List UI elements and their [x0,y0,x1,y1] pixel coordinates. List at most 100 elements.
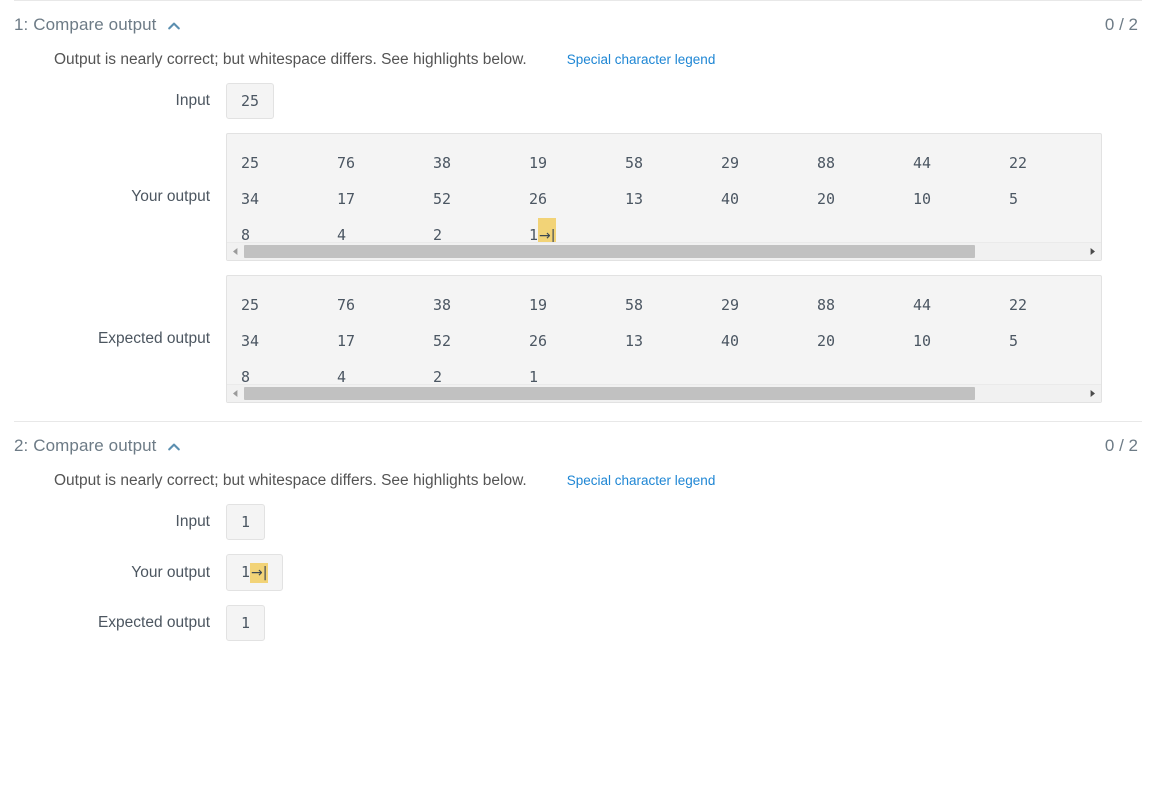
output-cell: 20 [817,332,836,350]
output-cell: 38 [433,296,452,314]
test-case-2: 2: Compare output 0 / 2 Output is nearly… [0,422,1156,659]
output-cell: 44 [913,154,932,172]
your-output-text: 25 76 38 19 58 29 88 44 22 34 17 52 26 13 40 20 10 5 8 4 2 1→… [227,134,1101,242]
test-case-2-input-label: Input [175,513,210,530]
output-cell: 13 [625,190,644,208]
output-cell: 26 [529,190,548,208]
chevron-up-icon[interactable] [166,18,182,34]
test-case-2-message-row: Output is nearly correct; but whitespace… [0,456,1156,490]
output-cell: 29 [721,154,740,172]
test-case-2-input-row: Input 1 [0,504,1156,540]
output-cell: 88 [817,154,836,172]
output-cell: 8 [241,368,251,384]
test-case-2-title-toggle[interactable]: 2: Compare output [14,436,182,456]
test-case-2-expected-output-row: Expected output 1 [0,605,1156,641]
scroll-left-arrow-icon[interactable] [227,243,244,260]
test-case-2-your-output-label: Your output [131,563,210,581]
test-case-1-expected-output-label: Expected output [97,330,210,347]
test-case-1-expected-output-row: Expected output 25 76 38 19 58 29 88 44 22 34 17 52… [0,275,1156,403]
output-cell: 20 [817,190,836,208]
output-cell: 34 [241,332,260,350]
scroll-thumb[interactable] [244,245,975,258]
output-cell: 88 [817,296,836,314]
output-cell: 25 [241,296,260,314]
test-case-1-your-output-row: Your output 25 76 38 19 58 29 88 44 22 34 17 52 26 13… [0,133,1156,261]
output-cell: 34 [241,190,260,208]
test-case-1-message-row: Output is nearly correct; but whitespace… [0,35,1156,69]
output-cell: 52 [433,332,452,350]
output-cell: 1 [529,226,539,242]
scroll-track[interactable] [244,385,1084,402]
output-cell: 4 [337,368,347,384]
scroll-track[interactable] [244,243,1084,260]
test-case-1-header: 1: Compare output 0 / 2 [0,1,1156,35]
special-character-legend-link[interactable]: Special character legend [567,473,716,488]
expected-output-panel: 25 76 38 19 58 29 88 44 22 34 17 52 26 13 40 20 10 5 8 4 2 1 [226,275,1102,403]
output-line: 8 4 2 1→| [241,217,1101,242]
output-line: 25 76 38 19 58 29 88 44 22 [241,287,1101,323]
test-case-1-message: Output is nearly correct; but whitespace… [54,51,527,68]
test-case-2-message: Output is nearly correct; but whitespace… [54,472,527,489]
output-cell: 40 [721,332,740,350]
output-cell: 1 [529,368,539,384]
test-case-1-your-output-label: Your output [131,188,210,205]
test-case-1-input-label: Input [175,92,210,109]
scroll-right-arrow-icon[interactable] [1084,385,1101,402]
test-case-1-title-toggle[interactable]: 1: Compare output [14,15,182,35]
scroll-thumb[interactable] [244,387,975,400]
output-cell: 38 [433,154,452,172]
output-cell: 44 [913,296,932,314]
chevron-up-icon[interactable] [166,439,182,455]
output-cell: 29 [721,296,740,314]
test-case-1-input-row: Input 25 [0,83,1156,119]
your-output-panel: 25 76 38 19 58 29 88 44 22 34 17 52 26 13 40 20 10 5 8 4 2 1→… [226,133,1102,261]
expected-output-text: 25 76 38 19 58 29 88 44 22 34 17 52 26 13 40 20 10 5 8 4 2 1 [227,276,1101,384]
output-cell: 8 [241,226,251,242]
output-cell: 10 [913,332,932,350]
output-cell: 5 [1009,190,1019,208]
output-cell: 17 [337,332,356,350]
output-cell: 76 [337,154,356,172]
output-cell: 17 [337,190,356,208]
scroll-right-arrow-icon[interactable] [1084,243,1101,260]
test-case-1: 1: Compare output 0 / 2 Output is nearly… [0,1,1156,421]
test-case-1-title: 1: Compare output [14,15,157,34]
output-cell: 2 [433,368,443,384]
tab-character-highlight: →| [250,563,269,583]
output-cell: 10 [913,190,932,208]
test-case-2-header: 2: Compare output 0 / 2 [0,422,1156,456]
output-cell: 4 [337,226,347,242]
test-case-1-input-value: 25 [226,83,275,119]
output-cell: 13 [625,332,644,350]
special-character-legend-link[interactable]: Special character legend [567,52,716,67]
tab-character-highlight: →| [538,218,557,242]
output-cell: 19 [529,296,548,314]
output-cell: 19 [529,154,548,172]
scroll-left-arrow-icon[interactable] [227,385,244,402]
output-cell: 58 [625,296,644,314]
output-cell: 40 [721,190,740,208]
output-cell: 52 [433,190,452,208]
test-case-2-expected-output-value: 1 [226,605,266,641]
output-cell: 5 [1009,332,1019,350]
your-output-horizontal-scrollbar[interactable] [227,242,1101,260]
output-cell: 76 [337,296,356,314]
test-results-page: 1: Compare output 0 / 2 Output is nearly… [0,0,1156,788]
output-cell: 58 [625,154,644,172]
test-case-2-input-value: 1 [226,504,266,540]
output-cell: 26 [529,332,548,350]
output-cell: 22 [1009,296,1028,314]
expected-output-horizontal-scrollbar[interactable] [227,384,1101,402]
test-case-2-title: 2: Compare output [14,436,157,455]
output-cell: 25 [241,154,260,172]
test-case-2-expected-output-label: Expected output [97,614,210,631]
output-cell: 2 [433,226,443,242]
output-value-text: 1 [241,563,251,581]
test-case-2-your-output-value: 1→| [226,554,284,591]
output-cell: 22 [1009,154,1028,172]
output-line: 25 76 38 19 58 29 88 44 22 [241,145,1101,181]
test-case-2-score: 0 / 2 [1104,436,1138,455]
output-line: 34 17 52 26 13 40 20 10 5 [241,323,1101,359]
test-case-2-your-output-row: Your output 1→| [0,554,1156,591]
output-line: 8 4 2 1 [241,359,1101,384]
